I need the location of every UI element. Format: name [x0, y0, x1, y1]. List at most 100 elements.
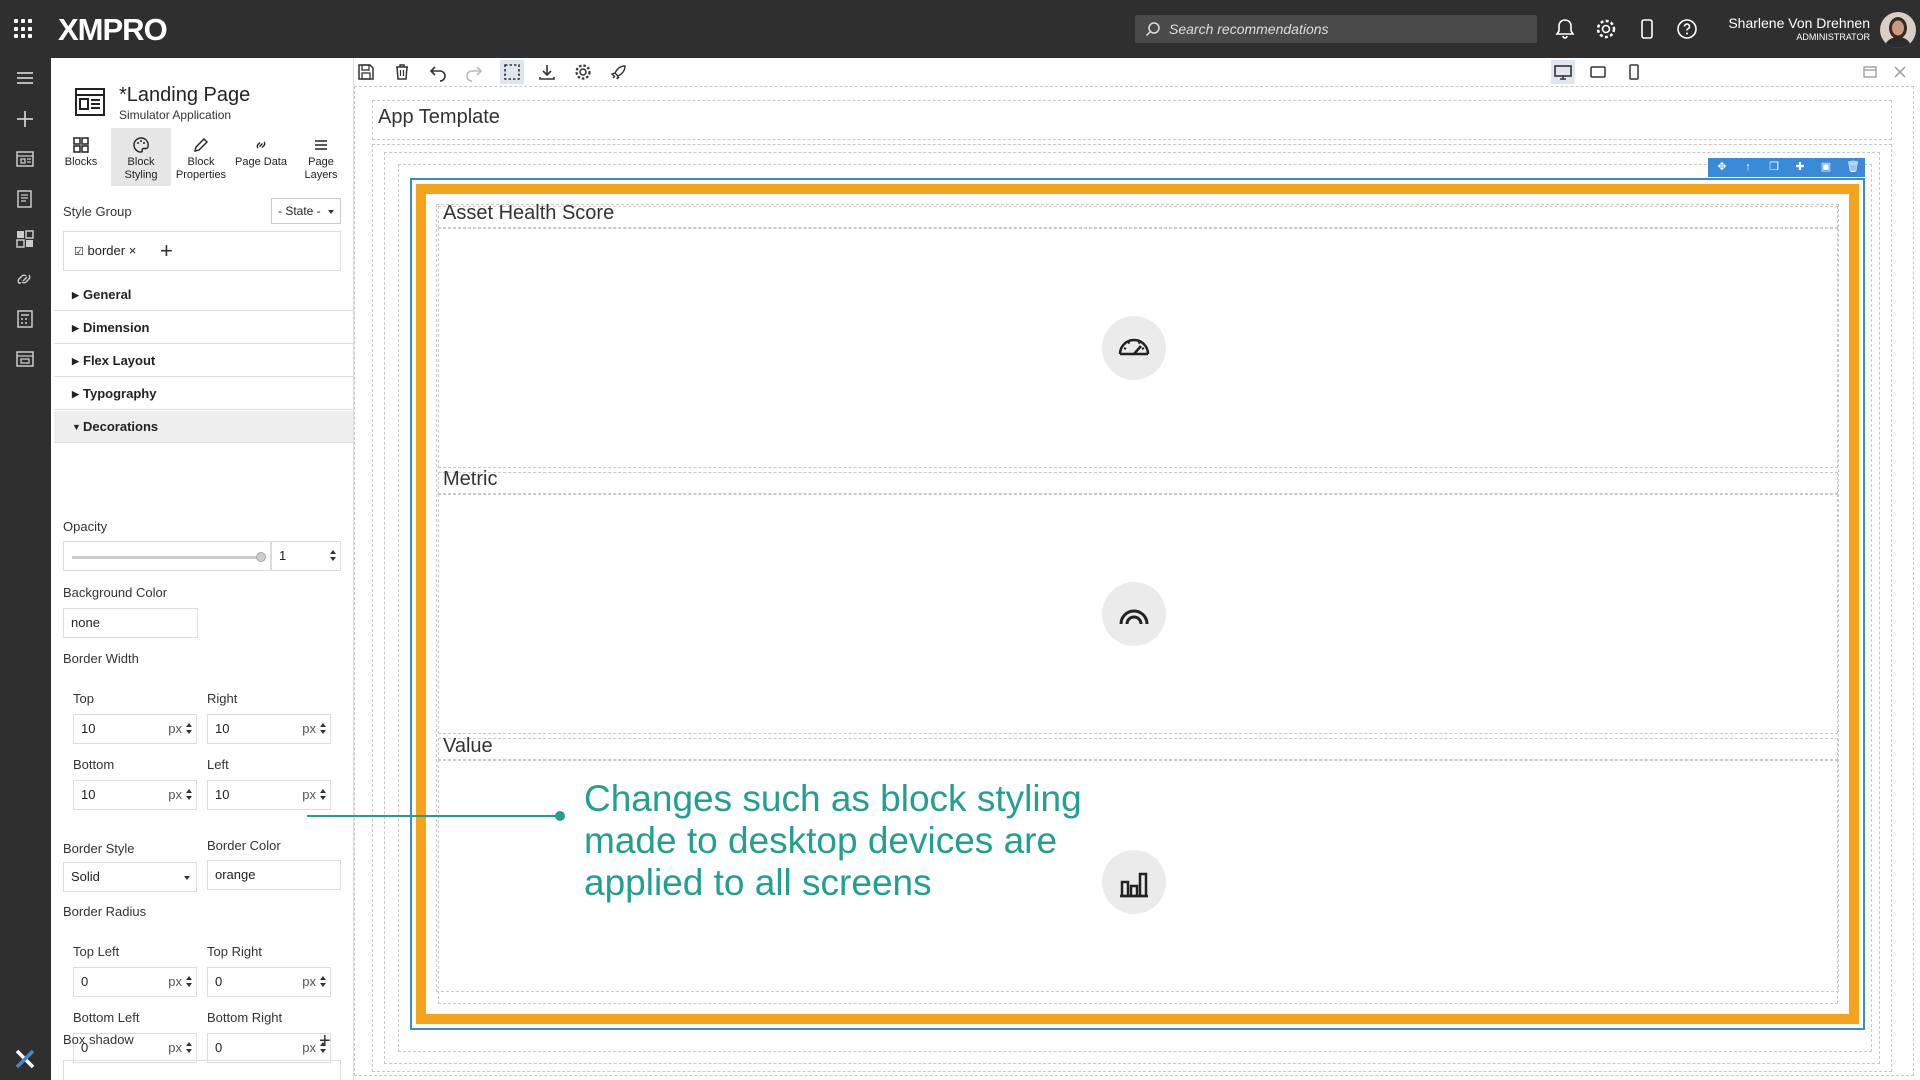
add-icon[interactable]: [13, 107, 37, 131]
section-typography[interactable]: ▶ Typography: [54, 378, 353, 410]
unit-label: px: [168, 974, 182, 989]
calculator-icon[interactable]: [13, 307, 37, 331]
spinner-icon[interactable]: [186, 976, 192, 988]
delete-block-icon[interactable]: 🗑: [1846, 161, 1860, 173]
slider-thumb[interactable]: [256, 552, 266, 562]
recommendations-icon[interactable]: [13, 187, 37, 211]
desktop-view-icon[interactable]: [1551, 60, 1575, 84]
spinner-icon[interactable]: [320, 976, 326, 988]
border-top-value: 10: [81, 721, 96, 736]
mobile-device-icon[interactable]: [1635, 17, 1659, 41]
block-header[interactable]: [438, 472, 1838, 494]
background-color-value: none: [71, 615, 100, 630]
duplicate-icon[interactable]: ❐: [1768, 161, 1780, 173]
remove-tag-icon[interactable]: ×: [129, 243, 137, 258]
unit-label: px: [302, 721, 316, 736]
spinner-icon[interactable]: [186, 789, 192, 801]
style-group-tags[interactable]: ☑ border × +: [63, 231, 341, 271]
menu-icon[interactable]: [13, 66, 37, 90]
top-left-label: Top Left: [73, 944, 120, 959]
caret-down-icon: ▼: [72, 422, 81, 432]
unit-label: px: [302, 1040, 316, 1055]
border-left-value: 10: [215, 787, 230, 802]
state-select[interactable]: - State -: [271, 198, 341, 224]
add-box-shadow-icon[interactable]: +: [319, 1030, 331, 1053]
add-tag-icon[interactable]: +: [160, 238, 173, 264]
section-label: Typography: [83, 386, 157, 401]
xmpro-logo[interactable]: XMPRO: [58, 12, 168, 48]
save-block-icon[interactable]: ▣: [1820, 161, 1832, 173]
background-color-input[interactable]: none: [63, 608, 198, 638]
opacity-value: 1: [279, 548, 287, 563]
unit-label: px: [302, 787, 316, 802]
palette-icon: [133, 137, 149, 153]
apps-grid-icon[interactable]: [14, 19, 34, 39]
section-general[interactable]: ▶ General: [54, 279, 353, 311]
data-streams-icon[interactable]: [13, 227, 37, 251]
callout-dot: [555, 811, 565, 821]
spinner-icon[interactable]: [320, 723, 326, 735]
style-tag[interactable]: ☑ border ×: [74, 243, 136, 258]
bell-icon[interactable]: [1553, 17, 1577, 41]
undo-icon[interactable]: [428, 62, 448, 82]
spinner-icon[interactable]: [330, 550, 336, 562]
border-style-select[interactable]: Solid: [63, 862, 197, 892]
redo-icon[interactable]: [464, 62, 484, 82]
border-style-value: Solid: [71, 869, 100, 884]
avatar[interactable]: [1880, 12, 1916, 48]
radius-top-right-input[interactable]: 0 px: [207, 967, 331, 997]
radius-top-left-input[interactable]: 0 px: [73, 967, 197, 997]
block-header[interactable]: [438, 738, 1838, 760]
toggle-outlines-icon[interactable]: [500, 60, 524, 84]
spinner-icon[interactable]: [320, 789, 326, 801]
move-icon[interactable]: ✥: [1716, 161, 1728, 173]
tablet-view-icon[interactable]: [1588, 62, 1608, 82]
help-icon[interactable]: [1675, 17, 1699, 41]
tab-blocks[interactable]: Blocks: [51, 128, 111, 186]
tab-label: Page Data: [235, 156, 287, 168]
tab-page-layers[interactable]: Page Layers: [291, 128, 351, 186]
window-icon[interactable]: [13, 347, 37, 371]
select-parent-icon[interactable]: ↑: [1742, 161, 1754, 173]
block-title: Metric: [443, 468, 498, 490]
tab-block-styling[interactable]: Block Styling: [111, 128, 171, 186]
xmpro-x-icon[interactable]: [14, 1048, 36, 1070]
gear-icon[interactable]: [1594, 17, 1618, 41]
spinner-icon[interactable]: [186, 1042, 192, 1054]
border-color-input[interactable]: orange: [207, 860, 341, 890]
section-decorations[interactable]: ▼ Decorations: [54, 411, 353, 443]
link-icon[interactable]: [13, 267, 37, 291]
opacity-slider[interactable]: [63, 541, 271, 571]
search-input[interactable]: [1169, 19, 1529, 39]
delete-icon[interactable]: [392, 62, 412, 82]
app-template-header[interactable]: [372, 100, 1892, 140]
user-name[interactable]: Sharlene Von Drehnen: [1728, 15, 1870, 31]
border-left-input[interactable]: 10 px: [207, 780, 331, 810]
spinner-icon[interactable]: [186, 723, 192, 735]
left-nav: [0, 58, 51, 1080]
opacity-label: Opacity: [63, 519, 108, 534]
search-bar[interactable]: [1135, 15, 1537, 43]
block-header[interactable]: [438, 206, 1838, 228]
mobile-view-icon[interactable]: [1624, 62, 1644, 82]
border-top-input[interactable]: 10 px: [73, 714, 197, 744]
add-block-icon[interactable]: ✚: [1794, 161, 1806, 173]
publish-rocket-icon[interactable]: [609, 62, 629, 82]
border-bottom-input[interactable]: 10 px: [73, 780, 197, 810]
unit-label: px: [168, 1040, 182, 1055]
tab-block-properties[interactable]: Block Properties: [171, 128, 231, 186]
close-icon[interactable]: [1890, 62, 1910, 82]
save-icon[interactable]: [356, 62, 376, 82]
section-dimension[interactable]: ▶ Dimension: [54, 312, 353, 344]
radius-value: 0: [81, 974, 89, 989]
tab-page-data[interactable]: Page Data: [231, 128, 291, 186]
radius-bottom-right-input[interactable]: 0 px: [207, 1033, 331, 1063]
apps-icon[interactable]: [13, 147, 37, 171]
maximize-icon[interactable]: [1860, 62, 1880, 82]
download-icon[interactable]: [537, 62, 557, 82]
section-flex-layout[interactable]: ▶ Flex Layout: [54, 345, 353, 377]
blocks-icon: [73, 137, 89, 153]
settings-icon[interactable]: [573, 62, 593, 82]
opacity-input[interactable]: 1: [271, 541, 341, 571]
border-right-input[interactable]: 10 px: [207, 714, 331, 744]
